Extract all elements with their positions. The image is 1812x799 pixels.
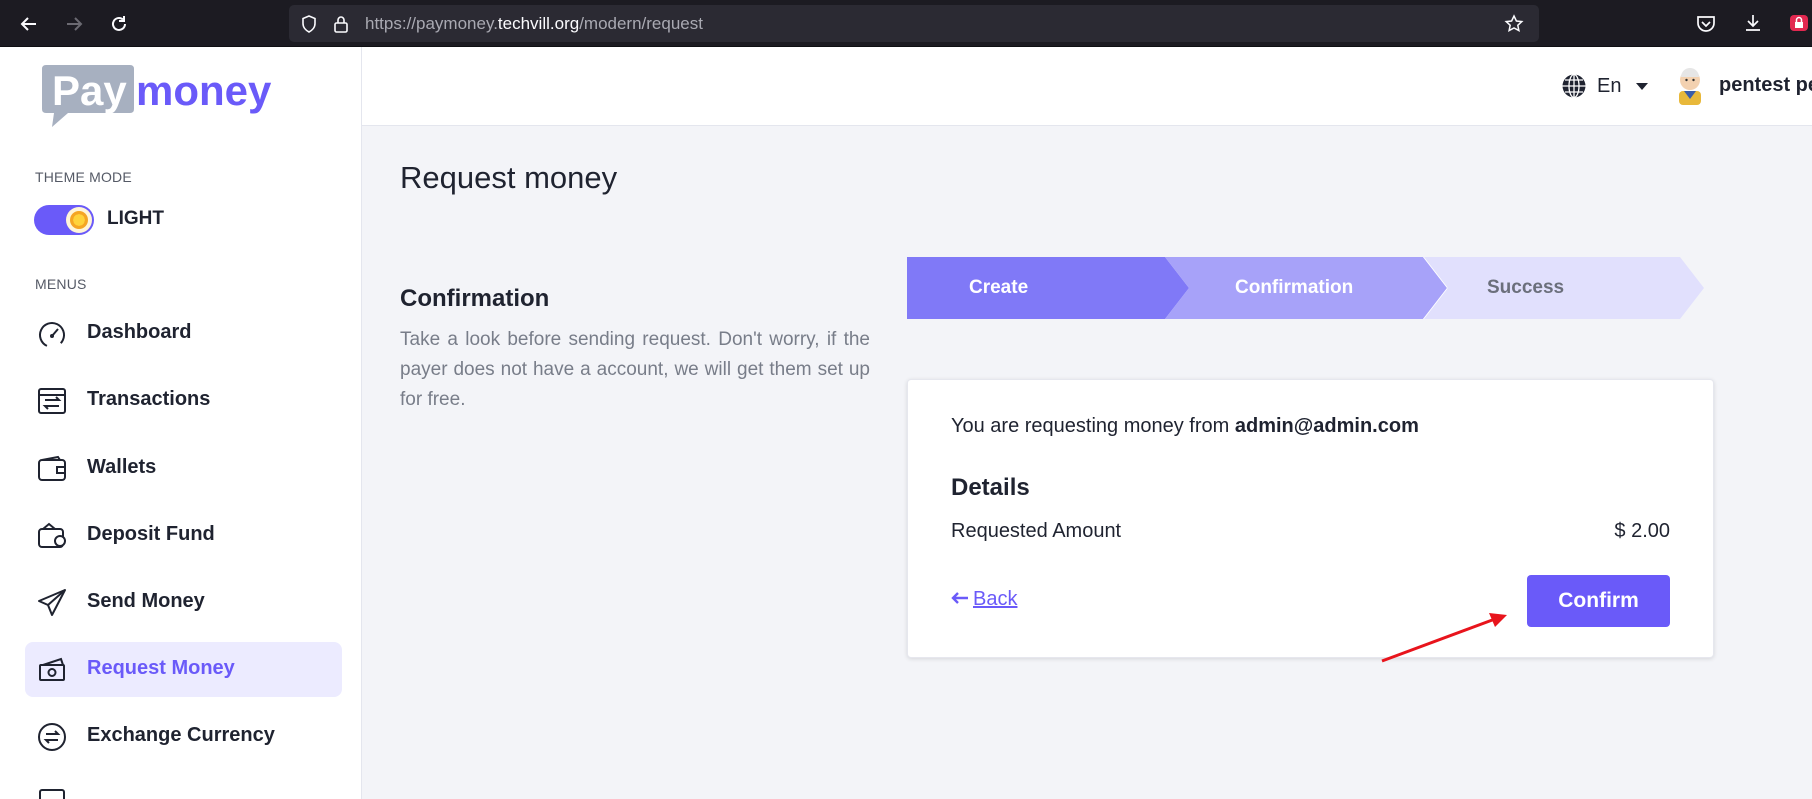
request-email: admin@admin.com	[1234, 415, 1419, 437]
language-label: En	[1597, 75, 1622, 97]
sidebar-item-label: Exchange Currency	[87, 724, 275, 746]
address-bar[interactable]: https://paymoney.techvill.org/modern/req…	[289, 5, 1539, 42]
pocket-icon[interactable]	[1695, 12, 1717, 34]
section-description: Take a look before sending request. Don'…	[400, 329, 870, 410]
globe-icon	[1562, 73, 1586, 99]
sidebar-item-exchange-currency[interactable]: Exchange Currency	[25, 709, 342, 764]
avatar	[1679, 68, 1701, 105]
shield-icon[interactable]	[299, 14, 319, 34]
sidebar-item-label: Request Money	[87, 657, 235, 679]
paymoney-logo[interactable]: Pay money	[38, 63, 296, 129]
svg-text:Pay: Pay	[52, 67, 127, 114]
user-name: pentest pe	[1719, 74, 1812, 96]
sidebar-item-request-money[interactable]: Request Money	[25, 642, 342, 697]
deposit-wallet-icon	[37, 521, 67, 551]
back-arrow-icon[interactable]	[16, 11, 42, 37]
request-text: You are requesting money from	[951, 415, 1230, 437]
request-summary: You are requesting money from admin@admi…	[951, 415, 1419, 438]
step-label: Confirmation	[1235, 277, 1354, 298]
browser-toolbar: https://paymoney.techvill.org/modern/req…	[0, 0, 1812, 47]
sun-icon	[66, 207, 92, 233]
bookmark-star-icon[interactable]	[1504, 14, 1524, 34]
paper-plane-icon	[37, 588, 67, 618]
sidebar-item-deposit-fund[interactable]: Deposit Fund	[25, 508, 342, 563]
lock-icon[interactable]	[331, 14, 351, 34]
sidebar-item-label: Dashboard	[87, 321, 192, 343]
back-link[interactable]: Back	[951, 588, 1017, 611]
download-icon[interactable]	[1742, 12, 1764, 34]
confirmation-card: You are requesting money from admin@admi…	[907, 379, 1714, 658]
left-arrow-icon	[951, 592, 968, 604]
forward-arrow-icon[interactable]	[61, 11, 87, 37]
chevron-down-icon	[1636, 83, 1648, 90]
sidebar-item-label: Deposit Fund	[87, 523, 215, 545]
details-title: Details	[951, 474, 1030, 501]
svg-text:money: money	[136, 67, 272, 114]
more-menu-icon	[37, 787, 67, 799]
wallet-icon	[37, 454, 67, 484]
annotation-arrow-icon	[1381, 613, 1507, 663]
step-label: Create	[969, 277, 1029, 298]
money-bills-icon	[37, 655, 67, 685]
theme-toggle[interactable]	[34, 205, 94, 235]
step-success: Success	[1424, 257, 1706, 319]
transactions-icon	[37, 386, 67, 416]
confirm-button[interactable]: Confirm	[1527, 575, 1670, 627]
url-text: https://paymoney.techvill.org/modern/req…	[365, 14, 703, 33]
sidebar-item-transactions[interactable]: Transactions	[25, 373, 342, 428]
progress-stepper: Create Confirmation Success	[907, 257, 1704, 319]
sidebar: Pay money THEME MODE LIGHT MENUS Dashboa…	[0, 47, 362, 799]
back-label: Back	[973, 588, 1018, 610]
exchange-icon	[37, 722, 67, 752]
top-header: En pentest pe	[362, 47, 1812, 126]
sidebar-item-label: Wallets	[87, 456, 157, 478]
step-confirmation: Confirmation	[1165, 257, 1447, 319]
page-title: Request money	[400, 160, 618, 195]
section-title: Confirmation	[400, 285, 550, 312]
dashboard-gauge-icon	[37, 319, 67, 349]
step-label: Success	[1487, 277, 1565, 298]
reload-icon[interactable]	[106, 11, 132, 37]
sidebar-item-dashboard[interactable]: Dashboard	[25, 306, 342, 361]
theme-toggle-label: LIGHT	[107, 208, 164, 229]
sidebar-item-label: Send Money	[87, 590, 205, 612]
theme-mode-label: THEME MODE	[35, 169, 132, 185]
sidebar-item-label: Transactions	[87, 388, 211, 410]
amount-value: $ 2.00	[1614, 520, 1670, 542]
menus-label: MENUS	[35, 276, 87, 292]
step-create: Create	[907, 257, 1189, 319]
sidebar-item-wallets[interactable]: Wallets	[25, 441, 342, 496]
amount-label: Requested Amount	[951, 520, 1122, 542]
sidebar-item-send-money[interactable]: Send Money	[25, 575, 342, 630]
extension-lock-icon[interactable]	[1788, 12, 1810, 34]
